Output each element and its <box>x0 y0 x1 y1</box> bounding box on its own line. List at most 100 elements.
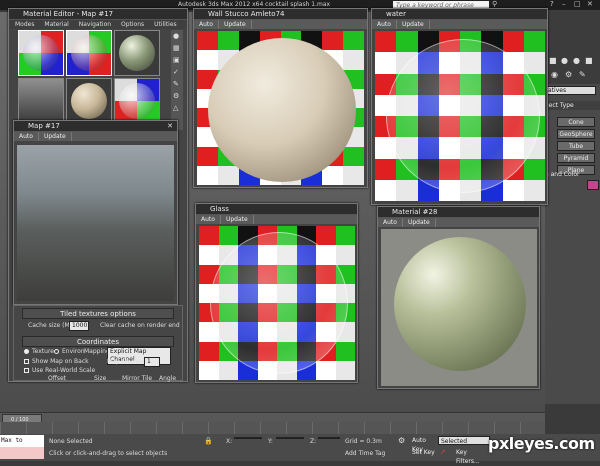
water-window-titlebar[interactable]: water <box>372 9 547 20</box>
set-key-icon[interactable]: ⚙ <box>398 436 405 445</box>
toolbar-icon-g[interactable]: ✎ <box>579 70 586 79</box>
maxscript-listener[interactable]: Max to Physc. <box>0 435 44 456</box>
primitive-button-cone[interactable]: Cone <box>557 117 595 127</box>
map-parameters-panel: Tiled textures options Cache size (MB): … <box>13 305 183 382</box>
menu-modes[interactable]: Modes <box>15 21 34 28</box>
close-app-icon[interactable]: ✕ <box>587 0 593 8</box>
cache-size-field[interactable]: 1000 <box>69 321 89 331</box>
environ-radio[interactable] <box>54 349 59 354</box>
toolbar-icon-a[interactable]: ■ <box>549 56 557 65</box>
checker-tile <box>218 360 238 380</box>
tiled-textures-rollout[interactable]: Tiled textures options <box>22 308 174 319</box>
texture-label: Texture <box>32 348 54 355</box>
creation-dropdown[interactable]: atives <box>545 86 596 95</box>
map-window-close-icon[interactable]: ✕ <box>165 122 175 131</box>
checker-tile <box>199 341 219 361</box>
material28-auto-button[interactable]: Auto <box>378 218 403 227</box>
map-channel-field[interactable]: 1 <box>144 357 160 367</box>
material-editor-titlebar[interactable]: Material Editor - Map #17 <box>9 9 187 20</box>
sample-slot-3[interactable] <box>114 30 160 76</box>
background-icon[interactable]: ▦ <box>173 44 180 52</box>
select-by-material-icon[interactable]: △ <box>173 104 178 112</box>
sample-slot-5[interactable] <box>66 78 112 124</box>
uv-tiling-icon[interactable]: ▣ <box>173 56 180 64</box>
clear-cache-label[interactable]: Clear cache on render end <box>100 321 180 330</box>
coordinates-rollout[interactable]: Coordinates <box>22 336 174 347</box>
object-color-swatch[interactable] <box>587 180 599 190</box>
menu-utilities[interactable]: Utilities <box>154 21 177 28</box>
key-filters-button[interactable]: Key Filters... <box>456 448 492 465</box>
checker-tile <box>217 165 239 185</box>
key-mode-icon[interactable]: ➚ <box>440 448 446 456</box>
lock-selection-icon[interactable]: 🔒 <box>204 437 213 445</box>
checker-tile <box>335 226 355 246</box>
stucco-sphere <box>208 38 356 182</box>
checker-tile <box>375 31 397 53</box>
material28-window-titlebar[interactable]: Material #28 <box>378 207 539 218</box>
show-map-label: Show Map on Back <box>32 358 89 365</box>
search-icon[interactable]: ⚲ <box>492 0 497 8</box>
water-update-button[interactable]: Update <box>397 20 430 29</box>
x-coordinate-field[interactable] <box>234 437 262 439</box>
primitive-button-geosphere[interactable]: GeoSphere <box>557 129 595 139</box>
sample-slot-2[interactable] <box>66 30 112 76</box>
track-bar[interactable] <box>0 422 545 434</box>
minimize-app-icon[interactable]: – <box>562 0 566 8</box>
menu-options[interactable]: Options <box>121 21 144 28</box>
help-icon[interactable]: ? <box>550 0 554 8</box>
glass-auto-button[interactable]: Auto <box>196 215 221 224</box>
maxscript-listener-pink[interactable] <box>0 447 44 459</box>
z-coordinate-field[interactable] <box>318 437 340 439</box>
water-material-window: water Auto Update <box>371 8 548 205</box>
name-color-header[interactable]: e and Color <box>545 170 600 179</box>
backlight-icon[interactable]: ● <box>173 32 179 40</box>
auto-key-button[interactable]: Auto Key <box>412 436 436 453</box>
object-type-header[interactable]: ject Type <box>545 101 600 110</box>
material-editor-title: Material Editor - Map #17 <box>23 10 114 18</box>
creation-dropdown-value: atives <box>548 87 567 94</box>
material28-update-button[interactable]: Update <box>403 218 436 227</box>
real-world-checkbox[interactable] <box>24 368 29 373</box>
video-check-icon[interactable]: ✓ <box>173 68 179 76</box>
toolbar-icon-f[interactable]: ⚙ <box>565 70 572 79</box>
texture-radio[interactable] <box>24 349 29 354</box>
add-time-tag[interactable]: Add Time Tag <box>345 449 385 458</box>
show-map-checkbox[interactable] <box>24 359 29 364</box>
time-slider[interactable]: 0 / 100 <box>0 412 545 423</box>
toolbar-icon-c[interactable]: ● <box>573 56 580 65</box>
maximize-app-icon[interactable]: □ <box>574 0 581 8</box>
water-auto-button[interactable]: Auto <box>372 20 397 29</box>
map-window-titlebar[interactable]: Map #17 ✕ <box>14 121 177 132</box>
stucco-window-titlebar[interactable]: Wall Stucco Amleto74 <box>194 9 367 20</box>
pick-material-icon[interactable]: ✎ <box>173 80 179 88</box>
primitive-button-tube[interactable]: Tube <box>557 141 595 151</box>
toolbar-icon-d[interactable]: ■ <box>585 56 593 65</box>
options-icon[interactable]: ⚙ <box>173 92 179 100</box>
selection-set-dropdown[interactable]: Selected <box>438 436 490 445</box>
material28-window-title: Material #28 <box>392 208 438 216</box>
checker-tile <box>396 179 418 201</box>
checker-tile <box>335 245 355 265</box>
material28-window: Material #28 Auto Update <box>377 206 540 389</box>
sample-slot-6[interactable] <box>114 78 160 124</box>
tiled-textures-rollout-title: Tiled textures options <box>60 310 136 318</box>
glass-update-button[interactable]: Update <box>221 215 254 224</box>
checker-tile <box>197 146 218 166</box>
set-key-button[interactable]: Set Key <box>412 448 436 457</box>
toolbar-icon-e[interactable]: ◉ <box>551 70 558 79</box>
glass-window-titlebar[interactable]: Glass <box>196 204 357 215</box>
menu-material[interactable]: Material <box>44 21 68 28</box>
map-auto-button[interactable]: Auto <box>14 132 39 141</box>
menu-navigation[interactable]: Navigation <box>79 21 111 28</box>
map-update-button[interactable]: Update <box>39 132 72 141</box>
checker-tile <box>197 50 218 70</box>
y-coordinate-field[interactable] <box>276 437 304 439</box>
sample-slot-1[interactable] <box>18 30 64 76</box>
toolbar-icon-b[interactable]: ● <box>561 56 568 65</box>
stucco-update-button[interactable]: Update <box>219 20 252 29</box>
primitive-button-pyramid[interactable]: Pyramid <box>557 153 595 163</box>
sample-slot-4[interactable] <box>18 78 64 124</box>
checker-tile <box>199 360 219 380</box>
environ-label: Environ <box>62 348 85 355</box>
stucco-auto-button[interactable]: Auto <box>194 20 219 29</box>
